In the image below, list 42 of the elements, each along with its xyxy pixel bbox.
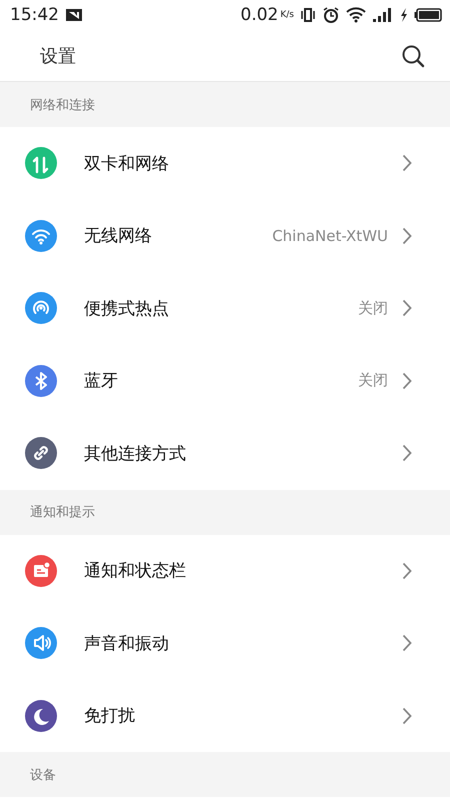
item-value: 关闭: [358, 371, 388, 390]
charging-icon: [400, 7, 408, 23]
vibrate-icon: [300, 7, 316, 23]
settings-item[interactable]: 免打扰: [0, 680, 450, 752]
settings-item[interactable]: 无线网络 ChinaNet-XtWU: [0, 200, 450, 272]
settings-item[interactable]: 声音和振动: [0, 607, 450, 680]
chevron-icon: [402, 226, 412, 245]
settings-item[interactable]: 双卡和网络: [0, 127, 450, 200]
clock-time: 15:42: [10, 5, 59, 25]
chevron-icon: [402, 154, 412, 172]
settings-item[interactable]: 蓝牙 关闭: [0, 344, 450, 417]
settings-item[interactable]: 便携式热点 关闭: [0, 272, 450, 344]
cell-signal-icon: [372, 7, 394, 23]
chevron-icon: [402, 299, 412, 318]
item-label: 免打扰: [84, 705, 136, 728]
page-title: 设置: [40, 44, 76, 68]
speed-unit: K/s: [280, 10, 294, 20]
item-label: 便携式热点: [84, 298, 170, 320]
item-label: 无线网络: [84, 225, 153, 248]
section-title: 设备: [30, 766, 56, 784]
item-label: 其他连接方式: [84, 442, 187, 465]
battery-icon: [414, 7, 442, 23]
item-label: 双卡和网络: [84, 152, 170, 175]
item-value: ChinaNet-XtWU: [272, 226, 388, 245]
item-label: 通知和状态栏: [84, 560, 187, 582]
network-speed: 0.02: [240, 5, 278, 25]
search-button[interactable]: [400, 42, 426, 68]
settings-item[interactable]: 其他连接方式: [0, 417, 450, 490]
wifi-signal-icon: [346, 7, 366, 23]
item-label: 声音和振动: [84, 632, 170, 655]
chevron-icon: [402, 634, 412, 652]
alarm-icon: [322, 6, 340, 24]
image-icon: [65, 7, 83, 23]
section-title: 网络和连接: [30, 96, 95, 114]
item-label: 蓝牙: [84, 370, 119, 392]
chevron-icon: [402, 562, 412, 580]
section-title: 通知和提示: [30, 504, 95, 521]
chevron-icon: [402, 372, 412, 390]
chevron-icon: [402, 706, 412, 725]
chevron-icon: [402, 444, 412, 462]
item-value: 关闭: [358, 298, 388, 318]
settings-item[interactable]: 通知和状态栏: [0, 534, 450, 607]
